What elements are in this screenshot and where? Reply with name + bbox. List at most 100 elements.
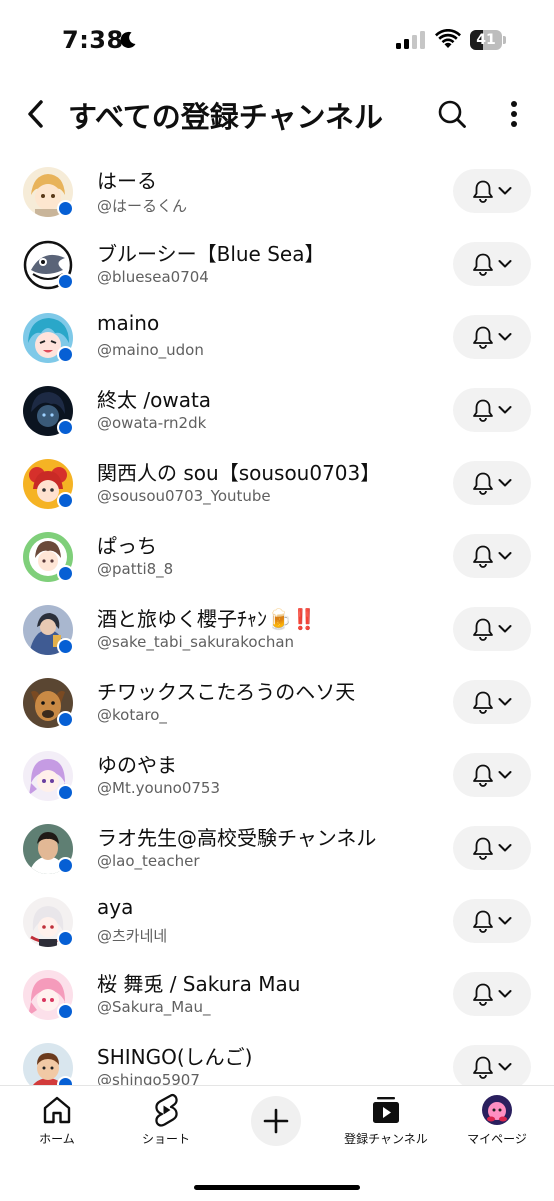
bell-icon (473, 910, 493, 933)
channel-handle: @はーるくん (97, 197, 188, 215)
nav-subscriptions[interactable]: 登録チャンネル (336, 1092, 436, 1152)
header: すべての登録チャンネル (0, 82, 554, 146)
channel-handle: @bluesea0704 (97, 268, 209, 286)
notification-settings-button[interactable] (453, 1045, 531, 1085)
status-bar: 7:38 41 (0, 0, 554, 80)
channel-row[interactable]: はーる @はーるくん (0, 155, 554, 228)
notification-settings-button[interactable] (453, 826, 531, 870)
channel-row[interactable]: ぱっち @patti8_8 (0, 520, 554, 593)
new-content-dot (57, 857, 74, 874)
notification-settings-button[interactable] (453, 534, 531, 578)
home-indicator (194, 1185, 360, 1190)
notification-settings-button[interactable] (453, 680, 531, 724)
new-content-dot (57, 492, 74, 509)
channel-name: ブルーシー【Blue Sea】 (97, 242, 325, 266)
profile-avatar-icon (482, 1095, 512, 1125)
chevron-down-icon (498, 625, 512, 633)
bell-icon (473, 837, 493, 860)
nav-shorts[interactable]: ショート (116, 1092, 216, 1152)
home-icon (43, 1096, 71, 1124)
channel-handle: @츠카네네 (97, 927, 168, 945)
channel-handle: @shingo5907 (97, 1071, 200, 1085)
nav-mypage[interactable]: マイページ (447, 1092, 547, 1152)
notification-settings-button[interactable] (453, 315, 531, 359)
channel-handle: @lao_teacher (97, 852, 200, 870)
create-button[interactable] (251, 1096, 301, 1146)
channel-row[interactable]: ラオ先生@高校受験チャンネル @lao_teacher (0, 812, 554, 885)
chevron-down-icon (498, 771, 512, 779)
channel-name: チワックスこたろうのヘソ天 (97, 680, 356, 704)
bell-icon (473, 1056, 493, 1079)
bell-icon (473, 764, 493, 787)
channel-name: 関西人の sou【sousou0703】 (97, 461, 381, 485)
notification-settings-button[interactable] (453, 753, 531, 797)
channel-row[interactable]: 桜 舞兎 / Sakura Mau @Sakura_Mau_ (0, 958, 554, 1031)
notification-settings-button[interactable] (453, 461, 531, 505)
back-arrow-icon (28, 100, 43, 128)
channel-name: SHINGO(しんご) (97, 1045, 253, 1069)
channel-name: はーる (97, 169, 157, 193)
bell-icon (473, 618, 493, 641)
status-time: 7:38 (62, 26, 124, 54)
signal-icon (396, 31, 425, 49)
page-title: すべての登録チャンネル (68, 100, 383, 134)
nav-shorts-label: ショート (141, 1132, 190, 1146)
chevron-down-icon (498, 187, 512, 195)
moon-icon (120, 31, 136, 48)
channel-row[interactable]: 酒と旅ゆく櫻子ﾁｬﾝ🍺‼️ @sake_tabi_sakurakochan (0, 593, 554, 666)
chevron-down-icon (498, 917, 512, 925)
channel-list: はーる @はーるくん ブルーシー【Blue Sea】 @bluesea0704 … (0, 155, 554, 1085)
chevron-down-icon (498, 990, 512, 998)
chevron-down-icon (498, 333, 512, 341)
chevron-down-icon (498, 260, 512, 268)
new-content-dot (57, 1076, 74, 1085)
notification-settings-button[interactable] (453, 388, 531, 432)
notification-settings-button[interactable] (453, 607, 531, 651)
search-button[interactable] (430, 92, 474, 136)
channel-row[interactable]: aya @츠카네네 (0, 885, 554, 958)
chevron-down-icon (498, 479, 512, 487)
channel-row[interactable]: maino @maino_udon (0, 301, 554, 374)
bottom-navigation: ホーム ショート 登録チャンネル マイページ (0, 1085, 554, 1201)
channel-handle: @sake_tabi_sakurakochan (97, 633, 295, 651)
new-content-dot (57, 273, 74, 290)
subscriptions-icon (373, 1097, 399, 1123)
new-content-dot (57, 784, 74, 801)
channel-row[interactable]: 関西人の sou【sousou0703】 @sousou0703_Youtube (0, 447, 554, 520)
notification-settings-button[interactable] (453, 169, 531, 213)
channel-handle: @patti8_8 (97, 560, 174, 578)
new-content-dot (57, 200, 74, 217)
bell-icon (473, 983, 493, 1006)
battery-level: 41 (476, 32, 496, 48)
more-vertical-icon (511, 101, 517, 127)
nav-home-label: ホーム (39, 1132, 75, 1146)
channel-row[interactable]: ブルーシー【Blue Sea】 @bluesea0704 (0, 228, 554, 301)
nav-subscriptions-label: 登録チャンネル (344, 1132, 428, 1146)
channel-handle: @kotaro_ (97, 706, 167, 724)
chevron-down-icon (498, 844, 512, 852)
channel-row[interactable]: チワックスこたろうのヘソ天 @kotaro_ (0, 666, 554, 739)
search-icon (438, 100, 466, 128)
new-content-dot (57, 565, 74, 582)
chevron-down-icon (498, 406, 512, 414)
nav-home[interactable]: ホーム (7, 1092, 107, 1152)
channel-row[interactable]: SHINGO(しんご) @shingo5907 (0, 1031, 554, 1085)
more-options-button[interactable] (494, 92, 534, 136)
channel-name: 桜 舞兎 / Sakura Mau (97, 972, 301, 996)
chevron-down-icon (498, 1063, 512, 1071)
channel-row[interactable]: ゆのやま @Mt.youno0753 (0, 739, 554, 812)
new-content-dot (57, 711, 74, 728)
channel-row[interactable]: 終太 /owata @owata-rn2dk (0, 374, 554, 447)
channel-name: ラオ先生@高校受験チャンネル (97, 826, 377, 850)
channel-name: ゆのやま (97, 753, 177, 777)
new-content-dot (57, 346, 74, 363)
back-button[interactable] (14, 92, 58, 136)
nav-mypage-label: マイページ (467, 1132, 527, 1146)
notification-settings-button[interactable] (453, 242, 531, 286)
notification-settings-button[interactable] (453, 899, 531, 943)
notification-settings-button[interactable] (453, 972, 531, 1016)
channel-name: 終太 /owata (97, 388, 212, 412)
wifi-icon (435, 29, 461, 48)
channel-name: 酒と旅ゆく櫻子ﾁｬﾝ🍺‼️ (97, 607, 317, 631)
new-content-dot (57, 1003, 74, 1020)
